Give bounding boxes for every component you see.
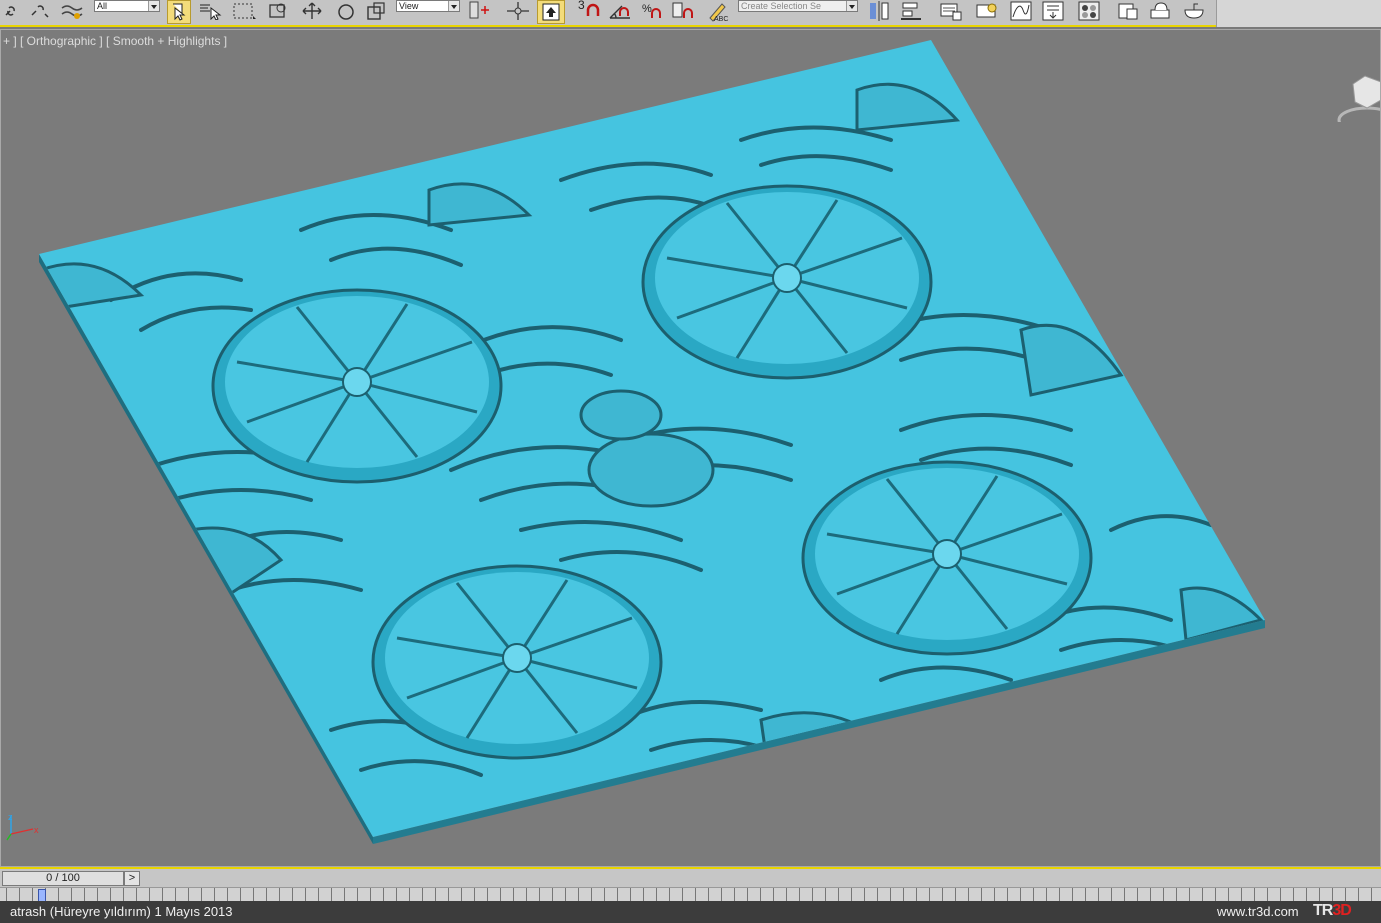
chevron-down-icon: [448, 1, 459, 11]
logo-right-text: 3D: [1332, 902, 1351, 919]
track-bar[interactable]: [0, 887, 1381, 901]
snap-toggle-icon[interactable]: 3: [574, 0, 604, 22]
rosette-top-left: [211, 288, 503, 484]
reference-coordinate-value: View: [399, 1, 419, 11]
viewcube-icon[interactable]: [1337, 62, 1381, 122]
window-crossing-icon[interactable]: [266, 0, 288, 22]
percent-snap-icon[interactable]: %: [640, 0, 668, 22]
svg-text:ABC: ABC: [714, 16, 728, 22]
move-icon[interactable]: [298, 0, 326, 22]
unlink-icon[interactable]: [28, 0, 52, 22]
render-icon[interactable]: [1180, 0, 1208, 22]
svg-text:z: z: [8, 812, 13, 822]
reference-coordinate-dropdown[interactable]: View: [396, 0, 460, 12]
rosette-bottom-left: [371, 564, 663, 760]
next-frame-button[interactable]: >: [124, 871, 140, 886]
axis-tripod-icon: x z: [6, 812, 39, 841]
select-manipulate-icon[interactable]: [504, 0, 532, 22]
rect-selection-icon[interactable]: [230, 0, 258, 22]
rosette-top-right: [641, 184, 933, 380]
chevron-down-icon: [846, 1, 857, 11]
graphite-ribbon-icon[interactable]: [974, 0, 1000, 22]
chevron-down-icon: [148, 1, 159, 11]
spinner-snap-icon[interactable]: [670, 0, 698, 22]
rosette-bottom-right: [801, 460, 1093, 656]
scale-icon[interactable]: [364, 0, 392, 22]
logo-left-text: TR: [1313, 902, 1333, 919]
angle-snap-icon[interactable]: [606, 0, 634, 22]
select-by-name-icon[interactable]: [198, 0, 224, 22]
named-selection-placeholder: Create Selection Se: [741, 1, 822, 11]
status-bar: atrash (Hüreyre yıldırım) 1 Mayıs 2013 w…: [0, 901, 1381, 923]
select-object-icon[interactable]: [167, 0, 191, 24]
main-toolbar: All View 3 % ABC Create Selection Se: [0, 0, 1381, 27]
time-slider[interactable]: 0 / 100: [2, 871, 124, 886]
schematic-view-icon[interactable]: [1040, 0, 1066, 22]
frame-ticks: [6, 888, 1381, 901]
align-icon[interactable]: [898, 0, 924, 22]
named-selection-set-dropdown[interactable]: Create Selection Se: [738, 0, 858, 12]
svg-text:x: x: [34, 825, 39, 835]
mirror-icon[interactable]: [866, 0, 892, 22]
current-frame-marker[interactable]: [38, 889, 46, 901]
perspective-viewport[interactable]: + ] [ Orthographic ] [ Smooth + Highligh…: [0, 29, 1381, 867]
svg-text:%: %: [642, 3, 652, 15]
carved-panel-model[interactable]: [1, 30, 1381, 867]
material-editor-icon[interactable]: [1076, 0, 1104, 22]
rendered-frame-icon[interactable]: [1146, 0, 1174, 22]
layer-manager-icon[interactable]: [938, 0, 964, 22]
edit-named-sets-icon[interactable]: ABC: [704, 0, 730, 22]
pivot-icon[interactable]: [466, 0, 494, 22]
link-icon[interactable]: [2, 0, 20, 22]
snap-dimension-label: 3: [578, 0, 585, 12]
time-slider-bar: 0 / 100 >: [0, 867, 1381, 887]
render-setup-icon[interactable]: [1114, 0, 1142, 22]
bind-spacewarp-icon[interactable]: [58, 0, 86, 22]
selection-filter-dropdown[interactable]: All: [94, 0, 160, 12]
author-caption: atrash (Hüreyre yıldırım) 1 Mayıs 2013: [10, 904, 233, 919]
rotate-icon[interactable]: [334, 0, 358, 22]
tr3d-logo: TR3D: [1313, 902, 1352, 920]
site-url: www.tr3d.com: [1217, 904, 1299, 919]
selection-filter-value: All: [97, 1, 108, 11]
toolbar-end-panel: [1216, 0, 1381, 27]
keyboard-shortcut-icon[interactable]: [537, 0, 565, 24]
curve-editor-icon[interactable]: [1008, 0, 1034, 22]
